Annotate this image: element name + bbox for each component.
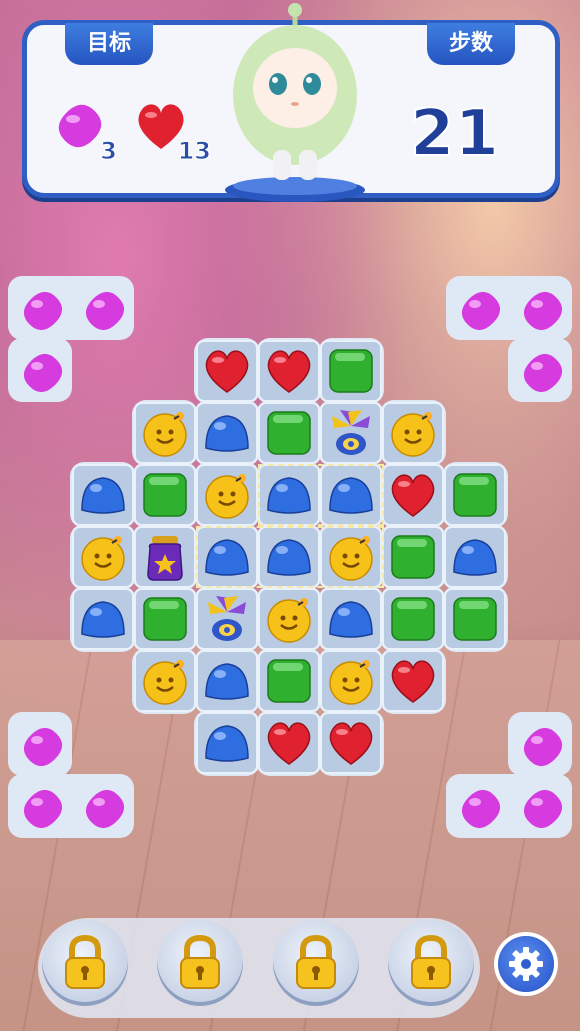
- goal-heart-count: 13: [177, 137, 211, 166]
- blue-piece-icon[interactable]: [200, 716, 254, 770]
- settings-button[interactable]: [498, 936, 554, 992]
- booster-slot-1-locked[interactable]: [42, 920, 128, 1006]
- purple-gem-icon: [16, 284, 70, 338]
- selection-outline-bottom: [196, 526, 384, 588]
- mascot-character: [225, 3, 365, 202]
- heart-piece-icon[interactable]: [324, 716, 378, 770]
- green-piece-icon[interactable]: [386, 592, 440, 646]
- green-piece-icon[interactable]: [324, 344, 378, 398]
- blue-piece-icon[interactable]: [448, 530, 502, 584]
- purple-gem-icon: [78, 782, 132, 836]
- green-piece-icon[interactable]: [262, 406, 316, 460]
- purple-gem-icon: [78, 284, 132, 338]
- blue-piece-icon[interactable]: [200, 406, 254, 460]
- purple-gem-icon: [454, 284, 508, 338]
- moves-label: 步数: [426, 23, 515, 65]
- heart-piece-icon[interactable]: [262, 716, 316, 770]
- propeller-piece-icon[interactable]: [200, 592, 254, 646]
- blue-piece-icon[interactable]: [76, 468, 130, 522]
- yellow-piece-icon[interactable]: [324, 654, 378, 708]
- heart-piece-icon[interactable]: [386, 468, 440, 522]
- goal-purple-count: 3: [100, 137, 118, 166]
- green-piece-icon[interactable]: [448, 592, 502, 646]
- moves-counter: 21: [409, 96, 500, 172]
- yellow-piece-icon[interactable]: [138, 406, 192, 460]
- blue-piece-icon[interactable]: [200, 654, 254, 708]
- purple-gem-icon: [16, 782, 70, 836]
- lock-icon: [296, 934, 336, 989]
- purple-gem-icon: [516, 782, 570, 836]
- green-piece-icon[interactable]: [386, 530, 440, 584]
- lock-icon: [180, 934, 220, 989]
- lock-icon: [411, 934, 451, 989]
- booster-slot-4-locked[interactable]: [388, 920, 474, 1006]
- yellow-piece-icon[interactable]: [76, 530, 130, 584]
- purple-gem-icon: [516, 346, 570, 400]
- heart-piece-icon[interactable]: [200, 344, 254, 398]
- booster-slot-3-locked[interactable]: [273, 920, 359, 1006]
- green-piece-icon[interactable]: [138, 468, 192, 522]
- green-piece-icon[interactable]: [448, 468, 502, 522]
- purple-gem-icon: [16, 720, 70, 774]
- blue-piece-icon[interactable]: [324, 592, 378, 646]
- heart-piece-icon[interactable]: [262, 344, 316, 398]
- jar-piece-icon[interactable]: [138, 530, 192, 584]
- purple-gem-icon: [516, 720, 570, 774]
- heart-piece-icon[interactable]: [386, 654, 440, 708]
- goal-label: 目标: [65, 23, 154, 65]
- purple-gem-icon: [16, 346, 70, 400]
- purple-gem-icon: [516, 284, 570, 338]
- selection-outline-top: [258, 464, 384, 526]
- propeller-piece-icon[interactable]: [324, 406, 378, 460]
- yellow-piece-icon[interactable]: [138, 654, 192, 708]
- booster-slot-2-locked[interactable]: [157, 920, 243, 1006]
- purple-gem-icon: [454, 782, 508, 836]
- blue-piece-icon[interactable]: [76, 592, 130, 646]
- green-piece-icon[interactable]: [138, 592, 192, 646]
- yellow-piece-icon[interactable]: [386, 406, 440, 460]
- goal-purple-gem: 3: [51, 97, 117, 166]
- yellow-piece-icon[interactable]: [200, 468, 254, 522]
- green-piece-icon[interactable]: [262, 654, 316, 708]
- goal-red-heart: 13: [131, 97, 212, 166]
- gear-icon: [509, 947, 543, 981]
- lock-icon: [65, 934, 105, 989]
- yellow-piece-icon[interactable]: [262, 592, 316, 646]
